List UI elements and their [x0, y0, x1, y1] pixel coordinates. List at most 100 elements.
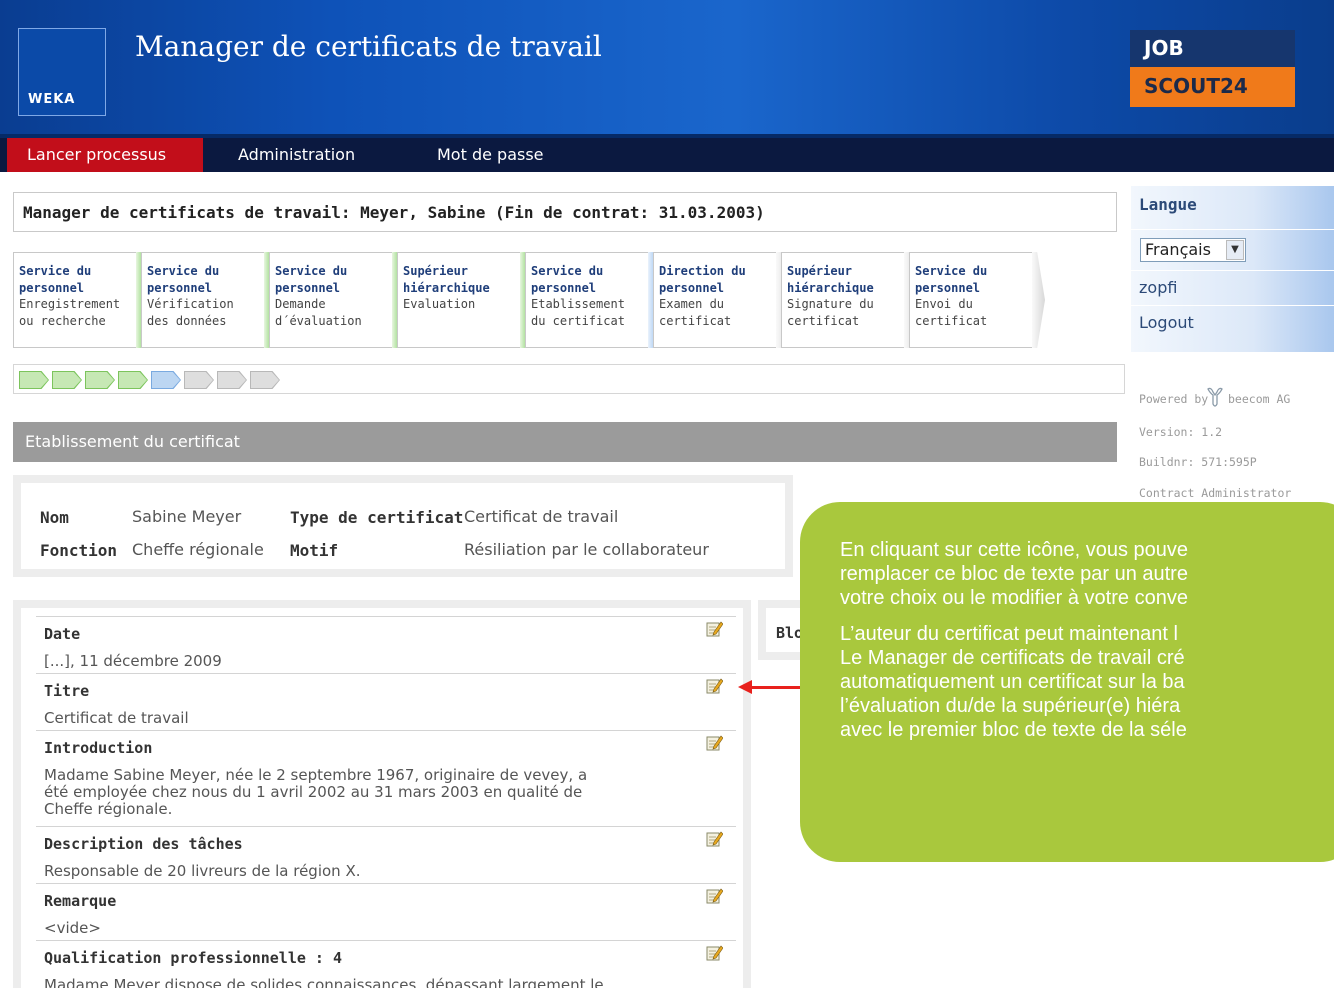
build-label: Buildnr: 571:595P	[1139, 455, 1257, 469]
page-title: Manager de certificats de travail: Meyer…	[13, 192, 1117, 232]
step-subtitle-line: certificat	[787, 313, 860, 328]
edit-introduction-icon[interactable]	[706, 734, 723, 751]
field-titre: Titre Certificat de travail	[36, 673, 736, 730]
language-select-value: Français	[1145, 240, 1211, 259]
sidebar-divider	[1131, 270, 1334, 271]
edit-titre-icon[interactable]	[706, 677, 723, 694]
workflow-step-6: Direction du personnel Examen du certifi…	[653, 252, 789, 348]
nom-label: Nom	[40, 508, 69, 527]
jobscout24-logo-bottom: SCOUT24	[1130, 67, 1295, 107]
nav-lancer-processus[interactable]: Lancer processus	[7, 138, 203, 172]
beecom-company[interactable]: beecom AG	[1228, 392, 1290, 406]
version-label: Version: 1.2	[1139, 425, 1223, 439]
step-subtitle-line: d´évaluation	[275, 313, 362, 328]
workflow-step-5: Service du personnel Etablissement du ce…	[525, 252, 661, 348]
step-subtitle-line: Evaluation	[403, 297, 476, 311]
powered-by-label: Powered by	[1139, 392, 1209, 406]
edit-remarque-icon[interactable]	[706, 887, 723, 904]
progress-chevron-2	[52, 371, 82, 389]
field-label: Titre	[44, 682, 90, 700]
callout-line: L’auteur du certificat peut maintenant l	[840, 623, 1178, 645]
edit-description-icon[interactable]	[706, 830, 723, 847]
progress-indicator	[13, 364, 1125, 394]
jobscout24-logo-top: JOB	[1130, 30, 1295, 67]
callout-line: Le Manager de certificats de travail cré	[840, 647, 1185, 669]
progress-chevron-4	[118, 371, 148, 389]
step-subtitle-line: Demande	[275, 297, 326, 311]
nom-value: Sabine Meyer	[132, 507, 242, 526]
callout-line: avec le premier bloc de texte de la séle	[840, 719, 1187, 741]
workflow-step-8: Service du personnel Envoi du certificat	[909, 252, 1045, 348]
field-qualification-professionnelle: Qualification professionnelle : 4 Madame…	[36, 940, 736, 988]
help-callout: En cliquant sur cette icône, vous pouve …	[800, 502, 1334, 862]
step-subtitle-line: Vérification	[147, 297, 234, 311]
field-label: Introduction	[44, 739, 153, 757]
step-subtitle-line: du certificat	[531, 313, 625, 328]
step-title-line: Direction du	[659, 264, 746, 278]
field-label: Remarque	[44, 892, 117, 910]
workflow-step-3: Service du personnel Demande d´évaluatio…	[269, 252, 405, 348]
step-title-line: Supérieur	[403, 264, 469, 278]
callout-line: En cliquant sur cette icône, vous pouve	[840, 539, 1188, 561]
field-value: Madame Meyer dispose de solides connaiss…	[44, 976, 604, 988]
edit-qualification-icon[interactable]	[706, 944, 723, 961]
edit-date-icon[interactable]	[706, 620, 723, 637]
username: zopfi	[1139, 278, 1178, 297]
right-sidebar: Langue Français ▼ zopfi Logout	[1131, 186, 1334, 352]
step-subtitle-line: certificat	[659, 313, 732, 328]
step-title-line: Service du	[531, 264, 604, 278]
language-select[interactable]: Français ▼	[1140, 238, 1246, 262]
step-title-line: Service du	[19, 264, 92, 278]
chevron-down-icon[interactable]: ▼	[1226, 240, 1244, 260]
workflow-steps: Service du personnel Enregistrement ou r…	[13, 252, 1053, 350]
field-value: <vide>	[44, 919, 101, 937]
step-title-line: personnel	[275, 280, 341, 295]
field-label: Date	[44, 625, 81, 643]
field-label: Description des tâches	[44, 835, 243, 853]
logout-link[interactable]: Logout	[1139, 313, 1194, 332]
sidebar-divider	[1131, 305, 1334, 306]
step-title-line: hiérarchique	[403, 280, 490, 295]
field-value: Certificat de travail	[44, 709, 189, 727]
progress-chevron-8	[250, 371, 280, 389]
fonction-value: Cheffe régionale	[132, 540, 264, 559]
field-value-line: Madame Sabine Meyer, née le 2 septembre …	[44, 766, 588, 784]
section-header: Etablissement du certificat	[13, 422, 1117, 462]
nav-mot-de-passe[interactable]: Mot de passe	[417, 138, 564, 172]
step-title-line: hiérarchique	[787, 280, 874, 295]
type-value: Certificat de travail	[464, 507, 619, 526]
progress-chevron-1	[19, 371, 49, 389]
callout-line: automatiquement un certificat sur la ba	[840, 671, 1185, 693]
beecom-logo-icon	[1207, 387, 1223, 407]
field-value: Responsable de 20 livreurs de la région …	[44, 862, 361, 880]
field-description-taches: Description des tâches Responsable de 20…	[36, 826, 736, 883]
field-label: Qualification professionnelle : 4	[44, 949, 343, 967]
employee-info-box: Nom Sabine Meyer Type de certificat Cert…	[13, 475, 793, 577]
app-header: WEKA Manager de certificats de travail J…	[0, 0, 1334, 138]
role-label: Contract Administrator	[1139, 486, 1292, 500]
step-subtitle-line: des données	[147, 313, 227, 328]
motif-label: Motif	[290, 541, 339, 560]
step-status-arrow	[1032, 252, 1045, 348]
workflow-step-7: Supérieur hiérarchique Signature du cert…	[781, 252, 917, 348]
pointer-arrow-head	[738, 680, 752, 694]
weka-logo: WEKA	[18, 28, 106, 116]
step-title-line: personnel	[659, 280, 725, 295]
field-value-line: été employée chez nous du 1 avril 2002 a…	[44, 783, 583, 801]
workflow-step-2: Service du personnel Vérification des do…	[141, 252, 277, 348]
nav-administration[interactable]: Administration	[218, 138, 375, 172]
workflow-step-1: Service du personnel Enregistrement ou r…	[13, 252, 149, 348]
main-nav: Lancer processus Administration Mot de p…	[0, 138, 1334, 172]
progress-chevron-5	[151, 371, 181, 389]
workflow-step-4: Supérieur hiérarchique Evaluation	[397, 252, 533, 348]
sidebar-divider	[1131, 229, 1334, 230]
jobscout24-logo[interactable]: JOB SCOUT24	[1130, 30, 1295, 107]
step-title-line: personnel	[19, 280, 85, 295]
certificate-fields-panel: Date [...], 11 décembre 2009 Titre Certi…	[13, 600, 751, 988]
progress-chevron-3	[85, 371, 115, 389]
step-subtitle-line: certificat	[915, 313, 988, 328]
step-title-line: Service du	[275, 264, 348, 278]
step-subtitle-line: Enregistrement	[19, 297, 121, 311]
callout-line: votre choix ou le modifier à votre conve	[840, 587, 1188, 609]
step-title-line: Service du	[915, 264, 988, 278]
